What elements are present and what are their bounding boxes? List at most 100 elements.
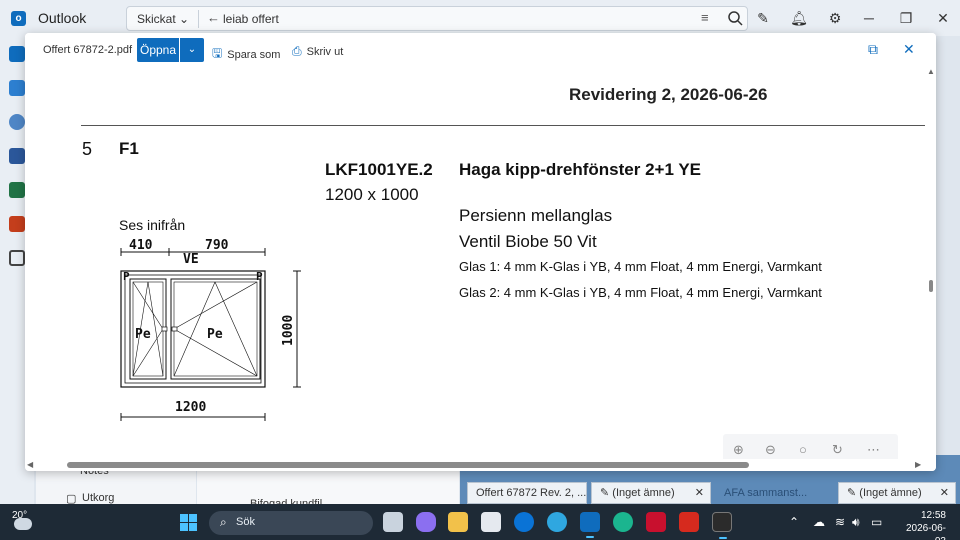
zoom-in-icon[interactable]: ⊕: [733, 442, 744, 458]
copilot-icon[interactable]: [416, 512, 436, 532]
save-as-button[interactable]: 🖫︎ Spara som: [212, 44, 280, 65]
chevron-down-icon[interactable]: ⌄: [180, 38, 204, 62]
close-icon[interactable]: ✕: [695, 483, 704, 503]
gear-icon[interactable]: ⚙: [825, 8, 845, 28]
help-icon[interactable]: [547, 512, 567, 532]
product-size: 1200 x 1000: [325, 185, 419, 204]
dim-height: 1000: [281, 315, 296, 346]
dim-right: 790: [205, 238, 229, 253]
pe-label: Pe: [135, 327, 151, 342]
back-arrow-icon[interactable]: ←: [207, 10, 220, 25]
file-explorer-icon[interactable]: [448, 512, 468, 532]
print-button[interactable]: ⎙ Skriv ut: [292, 44, 343, 59]
word-icon[interactable]: [9, 148, 25, 164]
close-window-icon[interactable]: ✕: [933, 8, 953, 28]
fit-page-icon[interactable]: ○: [799, 442, 807, 457]
windows-start-icon[interactable]: [180, 514, 197, 531]
folder-item[interactable]: Utkorg: [82, 492, 114, 504]
divider: [198, 10, 199, 28]
spec-line: Ventil Biobe 50 Vit: [459, 232, 597, 251]
hp-icon[interactable]: [514, 512, 534, 532]
open-in-window-icon[interactable]: ⧉: [868, 41, 878, 58]
product-code: LKF1001YE.2: [325, 160, 433, 179]
vertical-scrollbar[interactable]: ▲: [926, 67, 936, 459]
search-input[interactable]: leiab offert: [223, 12, 279, 26]
bell-icon[interactable]: 🔔︎: [789, 8, 809, 28]
compose-icon[interactable]: ✎: [753, 8, 773, 28]
dim-left: 410: [129, 238, 153, 253]
mail-icon[interactable]: [9, 46, 25, 62]
glass-spec: Glas 1: 4 mm K-Glas i YB, 4 mm Float, 4 …: [459, 259, 822, 274]
taskbar: 20° ⌕ Sök ⌃ ☁ ≋ 🔊︎ ▭ 12:58 2026-06-03: [0, 504, 960, 540]
position-number: 5: [82, 139, 93, 159]
store-icon[interactable]: [481, 512, 501, 532]
onedrive-icon[interactable]: ☁: [813, 515, 825, 529]
people-icon[interactable]: [9, 114, 25, 130]
attachment-viewer: Offert 67872-2.pdf Öppna ⌄ 🖫︎ Spara som …: [25, 33, 936, 471]
open-button[interactable]: Öppna: [137, 38, 179, 62]
title-bar: o Outlook Skickat ⌄ ← leiab offert ≡ ✎ 🔔…: [0, 0, 960, 36]
clock[interactable]: 12:58 2026-06-03: [898, 509, 946, 540]
p-label: P: [123, 270, 130, 283]
search-placeholder: Sök: [236, 516, 255, 528]
search-icon[interactable]: [723, 8, 747, 29]
glass-spec: Glas 2: 4 mm K-Glas i YB, 4 mm Float, 4 …: [459, 285, 822, 300]
task-view-icon[interactable]: [383, 512, 403, 532]
time: 12:58: [920, 510, 946, 521]
spec-line: Persienn mellanglas: [459, 206, 613, 225]
edge-icon[interactable]: [613, 512, 633, 532]
search-icon: ⌕: [220, 515, 227, 529]
printer-icon: ⎙: [292, 44, 302, 58]
window-drawing: 410 790 VE P P Pe Pe 1000 1200: [120, 238, 301, 421]
wifi-icon[interactable]: ≋: [835, 515, 845, 529]
p-label: P: [256, 270, 263, 283]
dim-width: 1200: [175, 400, 206, 415]
more-icon[interactable]: ⋯: [867, 442, 880, 458]
battery-icon[interactable]: ▭: [871, 515, 882, 529]
draft-tab[interactable]: ✎ (Inget ämne) ✕: [591, 482, 711, 504]
scroll-thumb[interactable]: [929, 280, 933, 292]
draft-tab[interactable]: AFA sammanst...: [715, 482, 834, 504]
excel-icon[interactable]: [9, 182, 25, 198]
position-name: F1: [119, 139, 139, 158]
calendar-icon[interactable]: [9, 80, 25, 96]
pe-label: Pe: [207, 327, 223, 342]
acrobat-icon[interactable]: [679, 512, 699, 532]
zoom-toolbar: ⊕ ⊖ ○ ↻ ⋯: [723, 434, 898, 459]
filter-icon[interactable]: ≡: [701, 10, 709, 25]
terminal-icon[interactable]: [712, 512, 732, 539]
restore-icon[interactable]: ❐: [896, 8, 916, 28]
page-header: Revidering 2, 2026-06-26: [569, 85, 768, 104]
save-icon: 🖫︎: [212, 46, 223, 60]
close-viewer-icon[interactable]: ✕: [903, 41, 915, 58]
volume-icon[interactable]: 🔊︎: [852, 515, 860, 530]
draft-tab[interactable]: Offert 67872 Rev. 2, ...: [467, 482, 587, 504]
chevron-up-icon[interactable]: ⌃: [789, 515, 799, 529]
minimize-icon[interactable]: ─: [859, 8, 879, 28]
draft-tab[interactable]: ✎ (Inget ämne) ✕: [838, 482, 956, 504]
scroll-left-icon[interactable]: ◀: [27, 460, 33, 469]
powerpoint-icon[interactable]: [9, 216, 25, 232]
cloud-icon[interactable]: [14, 518, 32, 530]
rotate-icon[interactable]: ↻: [832, 442, 843, 458]
scroll-right-icon[interactable]: ▶: [915, 460, 921, 469]
apps-icon[interactable]: [9, 250, 25, 266]
scroll-up-icon[interactable]: ▲: [927, 67, 935, 76]
outlook-logo-icon: o: [11, 11, 26, 26]
scroll-thumb[interactable]: [67, 462, 749, 468]
horizontal-scrollbar[interactable]: ◀ ▶: [25, 460, 936, 471]
taskbar-search[interactable]: ⌕ Sök: [209, 511, 373, 535]
ve-label: VE: [183, 252, 199, 267]
search-box[interactable]: Skickat ⌄ ← leiab offert ≡: [126, 6, 748, 31]
app-name: Outlook: [38, 10, 87, 26]
close-icon[interactable]: ✕: [940, 483, 949, 503]
search-scope-dropdown[interactable]: Skickat ⌄: [137, 12, 189, 26]
pdf-page: Revidering 2, 2026-06-26 5 F1 LKF1001YE.…: [25, 67, 925, 459]
product-title: Haga kipp-drehfönster 2+1 YE: [459, 160, 702, 179]
date: 2026-06-03: [905, 523, 946, 540]
outlook-taskbar-icon[interactable]: [580, 512, 600, 538]
mcafee-icon[interactable]: [646, 512, 666, 532]
viewer-toolbar: Offert 67872-2.pdf Öppna ⌄ 🖫︎ Spara som …: [25, 33, 936, 67]
zoom-out-icon[interactable]: ⊖: [765, 442, 776, 458]
file-name: Offert 67872-2.pdf: [43, 44, 133, 56]
